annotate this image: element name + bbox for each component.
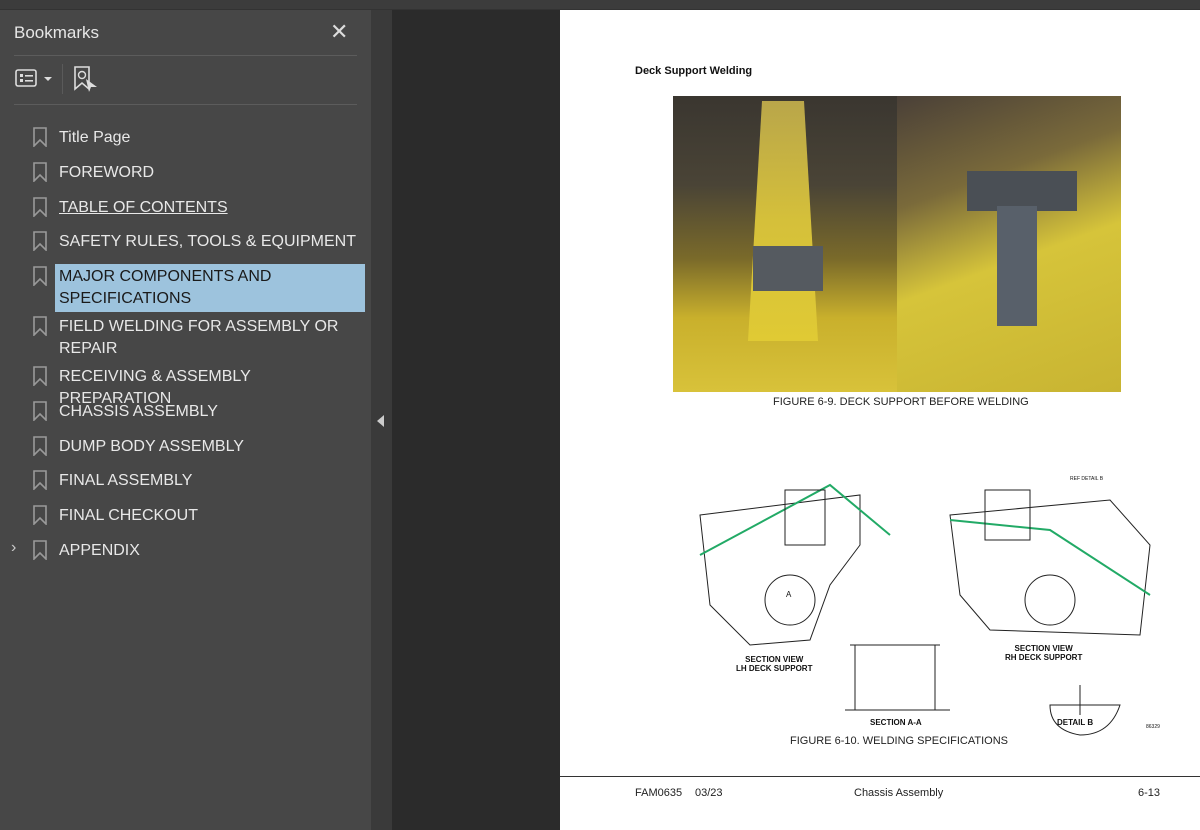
bookmark-icon <box>33 197 47 217</box>
bookmark-icon <box>33 366 47 386</box>
footer-page-number: 6-13 <box>1138 787 1161 799</box>
bookmark-label: FOREWORD <box>59 164 155 181</box>
panel-title: Bookmarks <box>14 23 100 42</box>
drawing-label: DETAIL B <box>1057 718 1094 727</box>
figure-6-9-photo <box>673 96 1121 392</box>
divider <box>14 104 357 105</box>
document-page: Deck Support Welding FIGURE 6-9. DECK SU… <box>560 10 1200 830</box>
bookmark-label: FINAL ASSEMBLY <box>59 472 193 489</box>
bookmark-icon <box>33 316 47 336</box>
bookmark-icon <box>33 470 47 490</box>
bookmark-label: Title Page <box>59 129 131 146</box>
bookmark-icon <box>33 266 47 286</box>
bookmark-label: DUMP BODY ASSEMBLY <box>59 438 244 455</box>
bookmark-label: FINAL CHECKOUT <box>59 507 198 524</box>
find-bookmark-icon[interactable] <box>73 65 99 98</box>
bookmark-icon <box>33 401 47 421</box>
top-toolbar <box>0 0 1200 10</box>
bookmark-label: TABLE OF CONTENTS <box>59 199 228 216</box>
footer-doc-number: FAM0635 <box>635 787 683 799</box>
drawing-label: SECTION VIEW RH DECK SUPPORT <box>1005 644 1083 662</box>
drawing-label: REF DETAIL B <box>1070 476 1104 482</box>
bookmark-icon <box>33 540 47 560</box>
drawing-label: A <box>786 590 792 599</box>
footer-date: 03/23 <box>695 787 723 799</box>
bookmark-label: SAFETY RULES, TOOLS & EQUIPMENT <box>59 233 356 250</box>
collapse-arrow-icon[interactable] <box>377 415 384 427</box>
drawing-label: SECTION A-A <box>870 718 922 727</box>
footer-rule <box>560 776 1200 777</box>
chevron-right-icon[interactable]: › <box>11 539 16 557</box>
bookmark-label: APPENDIX <box>59 542 140 559</box>
drawing-label: SECTION VIEW LH DECK SUPPORT <box>736 655 813 673</box>
bookmark-icon <box>33 436 47 456</box>
bookmark-label: FIELD WELDING FOR ASSEMBLY OR REPAIR <box>59 318 339 357</box>
drawing-label: 86329 <box>1146 724 1160 730</box>
divider <box>14 55 357 56</box>
bookmark-options-button[interactable] <box>15 67 55 94</box>
figure-caption: FIGURE 6-10. WELDING SPECIFICATIONS <box>790 735 1008 747</box>
bookmarks-panel: Bookmarks ✕ Title Page FOREWORD TABLE OF C… <box>0 10 371 830</box>
bookmark-icon <box>33 505 47 525</box>
section-heading: Deck Support Welding <box>635 65 753 77</box>
divider <box>62 64 63 94</box>
footer-section: Chassis Assembly <box>854 787 944 799</box>
bookmark-icon <box>33 162 47 182</box>
bookmark-label: MAJOR COMPONENTS AND SPECIFICATIONS <box>55 264 365 312</box>
bookmark-icon <box>33 231 47 251</box>
close-icon[interactable]: ✕ <box>330 19 348 45</box>
welding-specifications-drawing <box>699 483 1151 736</box>
figure-caption: FIGURE 6-9. DECK SUPPORT BEFORE WELDING <box>773 396 1029 408</box>
bookmark-label: CHASSIS ASSEMBLY <box>59 403 218 420</box>
bookmark-icon <box>33 127 47 147</box>
panel-splitter[interactable] <box>371 10 392 830</box>
